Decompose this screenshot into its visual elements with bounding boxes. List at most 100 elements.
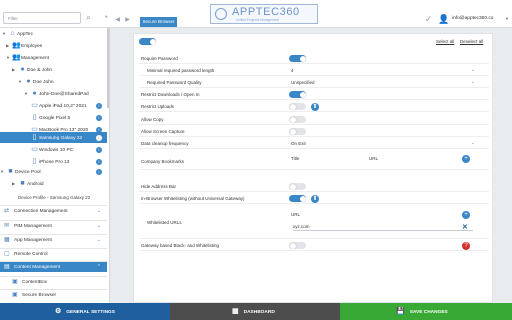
clock-icon[interactable]: ◔ — [100, 12, 111, 23]
phone-icon: ▯ — [32, 114, 37, 121]
user-icon: ● — [20, 66, 25, 73]
cleanup-frequency-select[interactable]: On Exit — [291, 141, 306, 146]
setting-row: Company Bookmarks Title URL + — [139, 152, 489, 170]
logo-icon — [215, 8, 227, 20]
building-icon: ⌂ — [10, 30, 15, 37]
tree-item-device-selected[interactable]: ▯ Samsung Galaxy 22 i — [0, 132, 107, 143]
deselect-all-link[interactable]: Deselect all — [460, 39, 483, 44]
top-bar: Filter ⌕ ◔ ◀ ▶ APPTEC360 Unified Endpoin… — [0, 0, 512, 28]
user-icon[interactable]: 👤 — [438, 14, 449, 25]
apps-icon: ▦ — [4, 237, 10, 243]
logo-subtitle: Unified Endpoint Management — [236, 18, 279, 22]
tree-item-management[interactable]: ▼ 👥Management — [6, 52, 49, 63]
folder-icon: ■ — [8, 168, 13, 175]
restrict-downloads-toggle[interactable] — [289, 91, 306, 98]
info-icon[interactable]: i — [96, 134, 102, 141]
tree-item-device-pool[interactable]: ▼ ■ Device Pool i — [0, 166, 107, 177]
add-url-icon[interactable]: + — [462, 211, 470, 219]
search-icon[interactable]: ⌕ — [83, 12, 94, 23]
mail-icon: ✉ — [4, 223, 10, 229]
setting-row: Data cleanup frequency On Exit ⌄ — [139, 138, 489, 149]
gateway-whitelisting-toggle[interactable] — [289, 242, 306, 249]
bookmark-title-column: Title — [291, 156, 300, 161]
upload-icon[interactable]: ⬆ — [311, 194, 319, 203]
chevron-down-icon[interactable]: ⌄ — [471, 67, 475, 73]
chevron-up-icon: ⌃ — [96, 264, 101, 270]
tree-item-apptec[interactable]: ▼ ⌂ AppTec — [2, 28, 33, 39]
info-icon[interactable]: i — [96, 114, 102, 121]
upload-icon[interactable]: ⬆ — [311, 102, 319, 111]
section-app-management[interactable]: ▦ App Management ⌄ — [0, 234, 107, 245]
box-icon: ▣ — [12, 279, 18, 285]
setting-row: Gateway based Black- and Whitelisting ? — [139, 240, 489, 251]
chevron-down-icon[interactable]: ⌄ — [471, 140, 475, 146]
whitelist-url-column: URL — [291, 212, 301, 217]
check-circle-icon[interactable]: ✓ — [423, 14, 434, 25]
setting-row: In-Browser Whitelisting (without Univers… — [139, 193, 489, 204]
chevron-down-icon[interactable]: ▼ — [505, 16, 509, 21]
section-content-management[interactable]: ▤ Content Management ⌃ — [0, 261, 107, 272]
content-icon: ▤ — [4, 264, 10, 270]
require-password-toggle[interactable] — [289, 55, 306, 62]
tab-secure-browser[interactable]: Secure Browser — [140, 17, 177, 27]
hide-address-bar-toggle[interactable] — [289, 183, 306, 190]
link-icon: ⇄ — [4, 208, 10, 214]
allow-copy-toggle[interactable] — [289, 116, 306, 123]
chevron-down-icon: ⌄ — [96, 223, 101, 229]
whitelist-url-input[interactable]: xyz.com — [293, 222, 473, 231]
sidebar-scrollbar[interactable] — [107, 28, 109, 108]
users-icon: 👥 — [12, 42, 21, 49]
tree-item-android[interactable]: ▶ ■ Android — [12, 178, 44, 189]
setting-row: Hide Address Bar — [139, 181, 489, 192]
section-pim-management[interactable]: ✉ PIM Management ⌄ — [0, 220, 107, 231]
tree-item-device[interactable]: ▭Windows 10 PC i — [30, 144, 107, 155]
restrict-uploads-toggle[interactable] — [289, 103, 306, 110]
dashboard-icon: ▦ — [232, 308, 239, 315]
tree-item-doe-john-group[interactable]: ▶ ● Doe & John — [12, 64, 52, 75]
section-secure-browser[interactable]: ▣ Secure Browser — [0, 289, 107, 300]
info-icon[interactable]: i — [96, 168, 102, 175]
setting-row: Minimal required password length 4 ⌄ — [139, 65, 489, 76]
password-quality-select[interactable]: Unspecified — [291, 80, 315, 85]
password-length-select[interactable]: 4 — [291, 68, 294, 73]
tablet-icon: ▭ — [31, 102, 38, 109]
logo-text: APPTEC360 — [232, 6, 300, 18]
dashboard-button[interactable]: ▦ DASHBOARD — [170, 303, 340, 320]
phone-icon: ▯ — [32, 134, 37, 141]
android-icon: ■ — [20, 180, 25, 187]
info-icon[interactable]: i — [96, 102, 102, 109]
tree-item-device[interactable]: ▯ Google Pixel 5i — [30, 112, 107, 123]
help-icon[interactable]: ? — [462, 241, 470, 250]
user-email[interactable]: info@apptec360.co — [452, 16, 493, 21]
info-icon[interactable]: i — [96, 146, 102, 153]
setting-row: Allow Screen Capture — [139, 126, 489, 137]
users-icon: 👥 — [12, 54, 21, 61]
setting-row: Require Password — [139, 53, 489, 64]
section-remote-control[interactable]: ▢ Remote Control — [0, 248, 107, 259]
master-toggle[interactable] — [139, 38, 156, 45]
chevron-down-icon[interactable]: ⌄ — [471, 79, 475, 85]
tree-item-doe-john[interactable]: ▼ ● Doe John — [18, 76, 54, 87]
remote-icon: ▢ — [4, 251, 10, 257]
general-settings-button[interactable]: ⚙ GENERAL SETTINGS — [0, 303, 170, 320]
setting-row: Restrict Uploads ⬆ — [139, 101, 489, 112]
section-connection-management[interactable]: ⇄ Connection Management ⌄ — [0, 205, 107, 216]
search-input[interactable]: Filter — [3, 12, 81, 24]
in-browser-whitelisting-toggle[interactable] — [289, 195, 306, 202]
info-icon[interactable]: i — [96, 158, 102, 165]
remove-url-icon[interactable]: ✕ — [462, 223, 468, 231]
section-contentbox[interactable]: ▣ ContentBox — [0, 276, 107, 287]
apptec360-logo: APPTEC360 Unified Endpoint Management — [210, 4, 318, 24]
setting-row: Restrict Downloads / Open In — [139, 89, 489, 100]
tree-item-employee[interactable]: ▶ 👥Employee — [6, 40, 42, 51]
tree-item-device[interactable]: ▭Apple iPad 10,2" 2021 i — [30, 100, 107, 111]
save-changes-button[interactable]: 💾 SAVE CHANGES — [340, 303, 512, 320]
allow-screen-capture-toggle[interactable] — [289, 128, 306, 135]
save-icon: 💾 — [396, 308, 405, 315]
tree-item-shared-pad[interactable]: ▼ ● John-Doe@SharedPad — [24, 88, 89, 99]
settings-panel: Select all Deselect all Require Password… — [133, 33, 493, 303]
chevron-right-icon[interactable]: ▶ — [122, 15, 133, 26]
add-bookmark-icon[interactable]: + — [462, 155, 470, 163]
monitor-icon: ▭ — [31, 146, 38, 153]
select-all-link[interactable]: Select all — [436, 39, 454, 44]
